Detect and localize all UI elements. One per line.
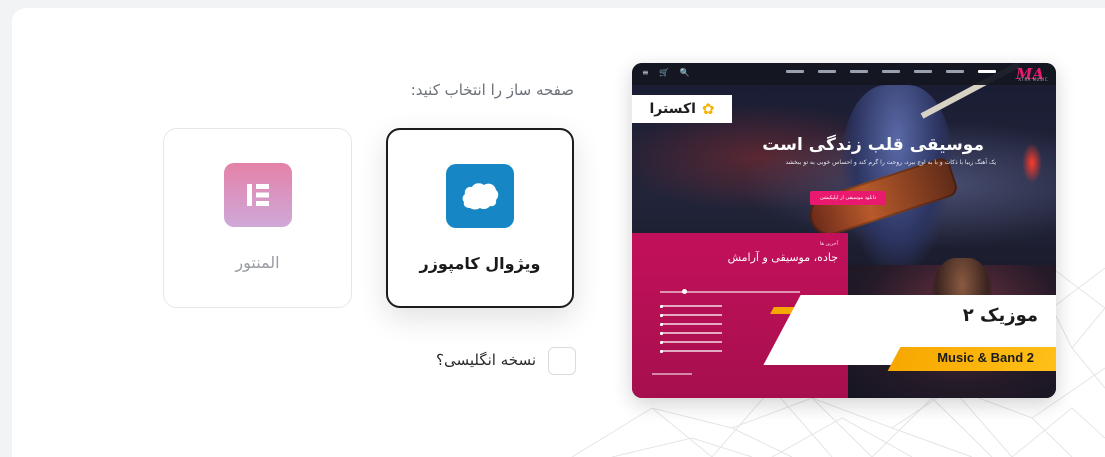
preview-brand-badge: اکسترا ✿ — [632, 95, 732, 123]
builder-option-visual-composer[interactable]: ویژوال کامپوزر — [386, 128, 574, 308]
brand-flower-icon: ✿ — [701, 100, 715, 118]
template-preview[interactable]: MA XTRA MUSIC ≡ 🛒 🔍 اکسترا ✿ موسیقی قلب … — [632, 63, 1056, 398]
preview-hero-title: موسیقی قلب زندگی است — [762, 135, 984, 155]
preview-nav-icons: ≡ 🛒 🔍 — [642, 68, 694, 77]
preview-lamp — [1022, 143, 1042, 183]
builder-prompt: صفحه ساز را انتخاب کنید: — [410, 81, 574, 99]
preview-title: موزیک ۲ — [962, 305, 1038, 326]
elementor-icon — [223, 163, 292, 227]
builder-option-elementor[interactable]: المنتور — [163, 128, 352, 308]
english-version-label: نسخه انگلیسی؟ — [435, 351, 536, 369]
preview-logo-sub: XTRA MUSIC — [1018, 77, 1048, 82]
english-version-option[interactable]: نسخه انگلیسی؟ — [410, 346, 576, 376]
preview-playlist-footer — [652, 373, 692, 375]
preview-progress-bar — [660, 291, 800, 293]
builder-label: المنتور — [235, 253, 280, 272]
preview-subtitle: Music & Band 2 — [937, 350, 1034, 365]
preview-nav-items — [786, 70, 996, 73]
english-version-checkbox[interactable] — [548, 347, 576, 375]
visual-composer-icon — [446, 164, 514, 228]
template-card: MA XTRA MUSIC ≡ 🛒 🔍 اکسترا ✿ موسیقی قلب … — [12, 8, 1105, 457]
preview-hero-button: دانلود موسیقی از اپلیکیشن — [810, 191, 887, 205]
preview-section-small: آخرین ها — [819, 241, 838, 247]
preview-hero-subtitle: یک آهنگ زیبا با ذکات و با به اوج ببرد، ر… — [785, 159, 996, 166]
preview-section-title: جاده، موسیقی و آرامش — [727, 251, 838, 264]
preview-brand-text: اکسترا — [649, 101, 696, 117]
preview-progress-handle — [682, 289, 687, 294]
builder-label: ویژوال کامپوزر — [419, 254, 541, 273]
preview-nav: MA XTRA MUSIC ≡ 🛒 🔍 — [632, 63, 1056, 85]
